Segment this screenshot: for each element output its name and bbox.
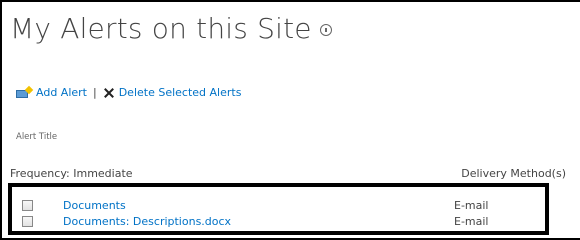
info-icon[interactable] xyxy=(319,24,332,36)
alerts-toolbar: Add Alert | Delete Selected Alerts xyxy=(16,85,242,99)
add-alert-icon[interactable] xyxy=(16,85,34,98)
delete-selected-alerts-link[interactable]: Delete Selected Alerts xyxy=(119,86,242,99)
list-item: Documents: Descriptions.docx E-mail xyxy=(12,213,545,229)
toolbar-separator: | xyxy=(92,86,97,99)
delivery-method-header: Delivery Method(s) xyxy=(461,167,566,180)
page-title: My Alerts on this Site xyxy=(10,12,312,45)
delivery-method: E-mail xyxy=(454,198,489,212)
list-item: Documents E-mail xyxy=(12,197,545,213)
frequency-group-label: Frequency: Immediate xyxy=(10,167,133,180)
delivery-method: E-mail xyxy=(454,214,489,228)
delete-x-icon[interactable] xyxy=(103,87,115,99)
alert-rows-highlight: Documents E-mail Documents: Descriptions… xyxy=(8,183,549,235)
title-row: My Alerts on this Site xyxy=(10,12,332,45)
row-checkbox[interactable] xyxy=(22,199,33,211)
add-alert-link[interactable]: Add Alert xyxy=(36,86,87,99)
row-checkbox[interactable] xyxy=(22,215,33,227)
alert-title-column-header[interactable]: Alert Title xyxy=(16,132,57,142)
